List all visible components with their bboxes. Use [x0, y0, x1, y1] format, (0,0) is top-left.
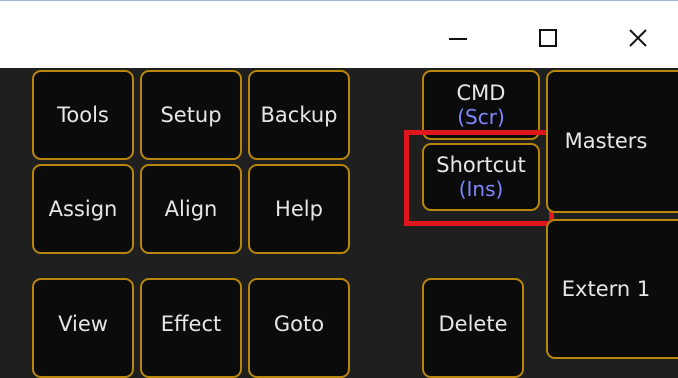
assign-key-label: Assign: [48, 196, 118, 221]
align-key-label: Align: [164, 196, 218, 221]
backup-key[interactable]: Backup: [248, 70, 350, 160]
minimize-icon: [449, 38, 467, 40]
shortcut-key-label: Shortcut: [436, 153, 526, 178]
masters-key[interactable]: Masters: [546, 70, 678, 213]
goto-key[interactable]: Goto: [248, 278, 350, 378]
view-key[interactable]: View: [32, 278, 134, 378]
cmd-key[interactable]: CMD (Scr): [422, 70, 540, 140]
minimize-button[interactable]: [435, 15, 481, 61]
backup-key-label: Backup: [260, 102, 338, 127]
goto-key-label: Goto: [273, 311, 325, 336]
extern1-key-label: Extern 1: [561, 276, 651, 301]
help-key[interactable]: Help: [248, 164, 350, 254]
setup-key-label: Setup: [160, 102, 222, 127]
masters-key-label: Masters: [564, 129, 648, 154]
close-button[interactable]: [615, 15, 661, 61]
effect-key-label: Effect: [160, 311, 222, 336]
window-titlebar: [0, 0, 678, 68]
maximize-button[interactable]: [525, 15, 571, 61]
tools-key-label: Tools: [57, 102, 109, 127]
view-key-label: View: [58, 311, 108, 336]
effect-key[interactable]: Effect: [140, 278, 242, 378]
cmd-key-label: CMD: [456, 81, 506, 106]
tools-key[interactable]: Tools: [32, 70, 134, 160]
delete-key-label: Delete: [438, 311, 508, 336]
setup-key[interactable]: Setup: [140, 70, 242, 160]
shortcut-key-sublabel: (Ins): [458, 176, 504, 201]
delete-key[interactable]: Delete: [422, 278, 524, 378]
help-key-label: Help: [275, 196, 323, 221]
assign-key[interactable]: Assign: [32, 164, 134, 254]
shortcut-key[interactable]: Shortcut (Ins): [422, 143, 540, 211]
close-icon: [629, 29, 647, 47]
align-key[interactable]: Align: [140, 164, 242, 254]
extern1-key[interactable]: Extern 1: [546, 219, 678, 359]
maximize-icon: [539, 29, 557, 47]
cmd-key-sublabel: (Scr): [457, 104, 505, 129]
